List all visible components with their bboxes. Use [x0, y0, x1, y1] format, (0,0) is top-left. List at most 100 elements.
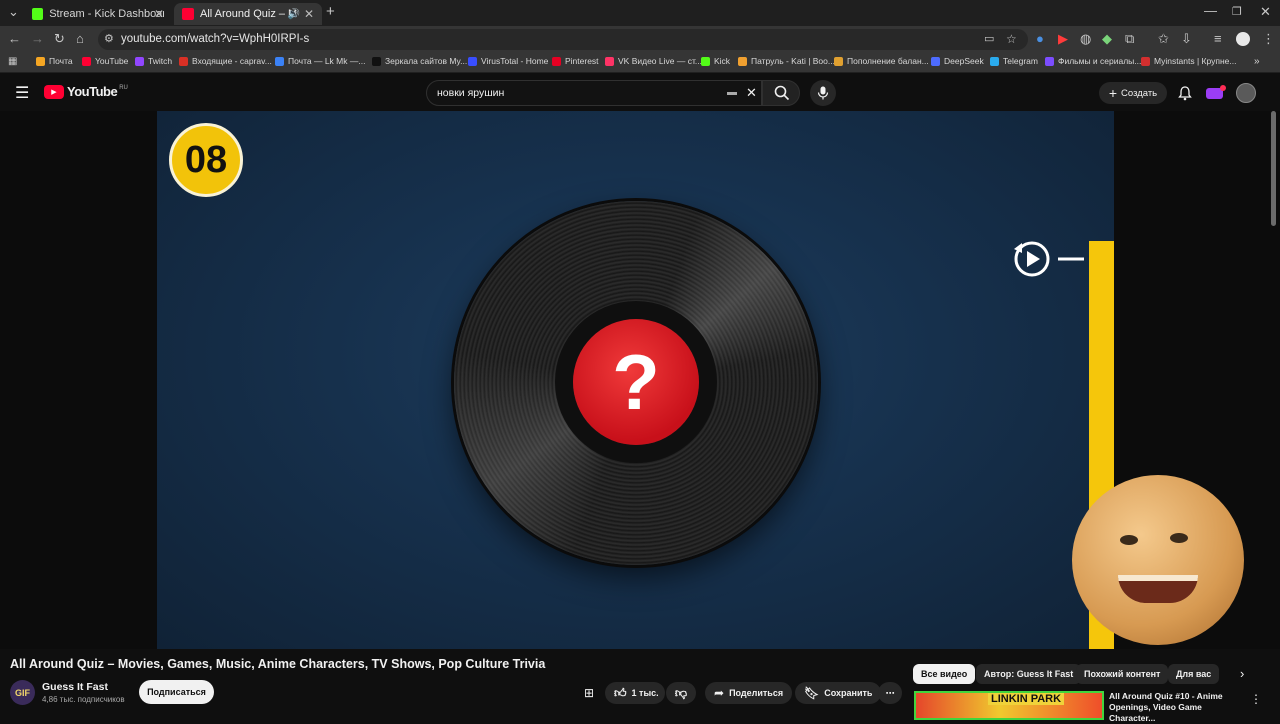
bookmark-item[interactable]: Почта — Lk Mk —... [275, 56, 365, 66]
thumbs-down-icon: 👎︎ [674, 685, 688, 700]
more-bookmarks-icon[interactable]: » [1254, 56, 1260, 67]
channel-avatar[interactable]: GIF [10, 680, 35, 705]
like-button[interactable]: 👍︎ 1 тыс. [605, 682, 665, 704]
new-tab-icon[interactable]: + [326, 4, 335, 19]
search-box[interactable]: новки ярушин ▬ ✕ [426, 80, 762, 106]
tab-list-icon[interactable]: ⌄ [8, 5, 19, 19]
home-icon[interactable]: ⌂ [76, 32, 84, 46]
subscribe-button[interactable]: Подписаться [139, 680, 214, 704]
bookmark-item[interactable]: Пополнение балан... [834, 56, 929, 66]
bookmark-label: Twitch [148, 56, 173, 66]
browser-tab-youtube[interactable]: All Around Quiz – Movies, G 🔊 ✕ [174, 3, 322, 25]
maximize-icon[interactable]: ❐ [1232, 5, 1242, 19]
bookmark-icon: 🔖︎ [804, 686, 820, 700]
bookmark-item[interactable]: Twitch [135, 56, 172, 66]
search-button[interactable] [762, 80, 800, 106]
clips-icon[interactable]: ⊞ [584, 686, 594, 700]
browser-toolbar: ← → ↻ ⌂ ⚙ youtube.com/watch?v=WphH0IRPI-… [0, 26, 1280, 53]
create-button[interactable]: + Создать [1099, 82, 1167, 104]
video-player[interactable]: 08 ? [157, 111, 1114, 649]
youtube-logo[interactable]: ▶ YouTube RU [44, 84, 128, 99]
bookmark-label: Входящие - caprav... [192, 56, 272, 66]
bookmark-label: Telegram [1003, 56, 1038, 66]
extension-icon[interactable]: ◍ [1080, 32, 1091, 46]
notifications-bell-icon[interactable] [1178, 86, 1192, 101]
bookmark-item[interactable]: Kick [701, 56, 730, 66]
bookmark-label: Myinstants | Крупне... [1154, 56, 1237, 66]
kick-favicon-icon [32, 8, 44, 20]
voice-search-button[interactable] [810, 80, 836, 106]
media-controls-icon[interactable]: ≡ [1214, 32, 1222, 46]
channel-name[interactable]: Guess It Fast [42, 681, 108, 693]
keyboard-icon[interactable]: ▬ [727, 87, 737, 98]
bookmark-item[interactable]: Патруль - Kati | Boo... [738, 56, 835, 66]
back-icon[interactable]: ← [8, 32, 21, 46]
chip-by-author[interactable]: Автор: Guess It Fast [976, 664, 1082, 684]
close-tab-icon[interactable]: ✕ [154, 7, 164, 21]
minimize-icon[interactable]: — [1204, 4, 1217, 18]
address-bar[interactable]: ⚙ youtube.com/watch?v=WphH0IRPI-s ▭ ☆ [98, 29, 1028, 50]
recommendation-menu-icon[interactable]: ⋮ [1250, 692, 1262, 706]
kick-icon [701, 56, 710, 66]
bookmark-item[interactable]: Telegram [990, 56, 1038, 66]
mail-icon [36, 56, 45, 66]
downloads-icon[interactable]: ⇩ [1181, 32, 1192, 46]
virustotal-icon [468, 56, 477, 66]
chip-similar[interactable]: Похожий контент [1076, 664, 1169, 684]
site-info-icon[interactable]: ⚙ [104, 32, 114, 46]
close-tab-icon[interactable]: ✕ [304, 7, 314, 21]
bookmark-item[interactable]: Входящие - caprav... [179, 56, 272, 66]
audio-playing-icon[interactable]: 🔊 [288, 9, 300, 20]
browser-menu-icon[interactable]: ⋮ [1262, 32, 1275, 46]
bookmark-item[interactable]: DeepSeek [931, 56, 984, 66]
bookmark-item[interactable]: VK Видео Live — ст... [605, 56, 702, 66]
bookmark-label: Зеркала сайтов My... [385, 56, 468, 66]
chip-all-videos[interactable]: Все видео [913, 664, 976, 684]
question-number-badge: 08 [169, 123, 243, 197]
bookmark-item[interactable]: Фильмы и сериалы... [1045, 56, 1141, 66]
favorites-icon[interactable]: ✩ [1158, 32, 1169, 46]
like-count: 1 тыс. [631, 688, 659, 698]
bookmark-item[interactable]: Pinterest [552, 56, 599, 66]
bookmark-label: Kick [714, 56, 731, 66]
mascot-eye [1170, 533, 1188, 543]
extension-icon[interactable]: ▶ [1058, 32, 1068, 46]
bookmark-item[interactable]: Зеркала сайтов My... [372, 56, 467, 66]
extensions-puzzle-icon[interactable]: ⧉ [1125, 32, 1134, 46]
page-scrollbar[interactable] [1271, 111, 1276, 226]
account-avatar[interactable] [1236, 83, 1256, 103]
bookmark-label: VirusTotal - Home [481, 56, 549, 66]
bookmark-label: VK Видео Live — ст... [618, 56, 702, 66]
page-background-left [0, 111, 157, 649]
search-input[interactable]: новки ярушин [437, 87, 504, 99]
share-label: Поделиться [729, 688, 784, 698]
youtube-play-icon: ▶ [44, 84, 64, 99]
cast-icon[interactable]: ▭ [984, 32, 994, 46]
youtube-logo-text: YouTube [67, 84, 118, 99]
apps-grid-icon[interactable]: ▦ [8, 55, 17, 69]
chip-for-you[interactable]: Для вас [1168, 664, 1220, 684]
extension-icon[interactable]: ● [1036, 32, 1044, 46]
clear-search-icon[interactable]: ✕ [746, 85, 757, 101]
save-button[interactable]: 🔖︎ Сохранить [795, 682, 882, 704]
hamburger-menu-icon[interactable]: ☰ [15, 83, 29, 103]
reload-icon[interactable]: ↻ [54, 32, 65, 46]
bookmark-item[interactable]: YouTube [82, 56, 128, 66]
site-icon [738, 56, 747, 66]
vk-video-icon [605, 56, 614, 66]
extension-icon[interactable]: ◆ [1102, 32, 1112, 46]
bookmark-item[interactable]: VirusTotal - Home [468, 56, 548, 66]
dislike-button[interactable]: 👎︎ [666, 682, 696, 704]
forward-icon[interactable]: → [31, 32, 44, 46]
more-actions-button[interactable]: ⋯ [878, 682, 902, 704]
share-button[interactable]: ➦ Поделиться [705, 682, 793, 704]
bookmark-star-icon[interactable]: ☆ [1006, 32, 1017, 46]
bookmark-item[interactable]: Myinstants | Крупне... [1141, 56, 1237, 66]
browser-tab-kick[interactable]: Stream - Kick Dashboard ✕ [24, 3, 172, 25]
close-window-icon[interactable]: ✕ [1260, 5, 1271, 19]
chips-next-icon[interactable]: › [1240, 666, 1244, 681]
profile-icon[interactable] [1236, 32, 1250, 46]
recommended-video-title[interactable]: All Around Quiz #10 - Anime Openings, Vi… [1109, 691, 1249, 724]
bookmark-item[interactable]: Почта [36, 56, 73, 66]
recommended-video-thumbnail[interactable]: LINKIN PARK [914, 691, 1104, 720]
